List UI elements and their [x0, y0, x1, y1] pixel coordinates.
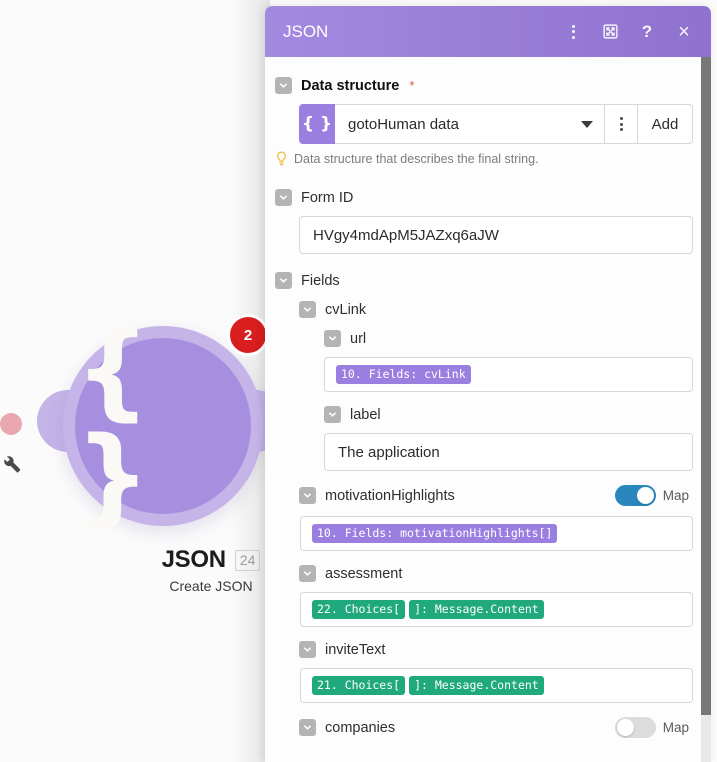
panel-scrollbar-track[interactable] [701, 57, 711, 762]
mapping-chip[interactable]: ]: Message.Content [409, 600, 544, 619]
add-data-structure-button[interactable]: Add [638, 104, 693, 144]
data-structure-collapse-toggle[interactable] [275, 77, 292, 94]
companies-label: companies [325, 719, 396, 736]
help-icon[interactable]: ? [634, 19, 660, 45]
label-field-label: label [350, 406, 381, 423]
chevron-down-icon [581, 120, 593, 128]
close-icon[interactable]: × [671, 19, 697, 45]
mapping-chip[interactable]: 10. Fields: motivationHighlights[] [312, 524, 558, 543]
form-id-input[interactable]: HVgy4mdApM5JAZxq6aJW [299, 216, 693, 254]
motivationhighlights-map-toggle-wrap: Map [614, 485, 693, 506]
module-title: JSON [161, 546, 226, 573]
module-circle[interactable]: { } [75, 317, 251, 529]
assessment-collapse-toggle[interactable] [299, 565, 316, 582]
motivationhighlights-collapse-toggle[interactable] [299, 487, 316, 504]
module-sequence-number: 24 [234, 549, 261, 571]
map-toggle-label: Map [662, 720, 689, 735]
data-structure-selected-value: gotoHuman data [348, 115, 459, 133]
url-label: url [350, 330, 367, 347]
url-collapse-toggle[interactable] [324, 330, 341, 347]
form-id-label: Form ID [301, 189, 354, 206]
url-value-input[interactable]: 10. Fields: cvLink [324, 357, 693, 392]
field-row-url: url [324, 330, 693, 347]
fields-collapse-toggle[interactable] [275, 272, 292, 289]
data-structure-label: Data structure [301, 77, 400, 94]
panel-header-actions: ? × [560, 19, 697, 45]
required-marker: * [409, 78, 415, 93]
mapping-chip[interactable]: 21. Choices[ [312, 676, 406, 695]
wrench-icon[interactable] [0, 452, 22, 474]
field-row-label: label [324, 406, 693, 423]
field-row-assessment: assessment [299, 565, 693, 582]
module-settings-panel: JSON ? × Data structure * {} gotoHuman … [265, 6, 711, 762]
panel-scrollbar-thumb[interactable] [701, 57, 711, 715]
data-structure-row: Data structure * [275, 77, 693, 94]
companies-map-toggle-wrap: Map [614, 717, 693, 738]
fields-label: Fields [301, 272, 340, 289]
more-options-icon[interactable] [560, 19, 586, 45]
cvlink-label: cvLink [325, 301, 367, 318]
lightbulb-icon [275, 151, 288, 171]
motivationhighlights-label: motivationHighlights [325, 487, 455, 504]
form-id-collapse-toggle[interactable] [275, 189, 292, 206]
motivationhighlights-map-switch[interactable] [614, 485, 656, 506]
fields-row: Fields [275, 272, 693, 289]
data-structure-select[interactable]: gotoHuman data [335, 104, 605, 144]
companies-map-switch[interactable] [614, 717, 656, 738]
mapping-chip[interactable]: 10. Fields: cvLink [336, 365, 471, 384]
form-id-row: Form ID [275, 189, 693, 206]
data-structure-options-button[interactable] [605, 104, 638, 144]
assessment-label: assessment [325, 565, 403, 582]
field-row-cvlink: cvLink [299, 301, 693, 318]
field-row-companies: companies Map [299, 717, 693, 738]
mapping-chip[interactable]: ]: Message.Content [409, 676, 544, 695]
json-braces-icon: { } [75, 308, 154, 537]
invitetext-value-input[interactable]: 21. Choices[ ]: Message.Content [300, 668, 693, 703]
data-structure-hint-text: Data structure that describes the final … [294, 152, 539, 166]
motivationhighlights-value-input[interactable]: 10. Fields: motivationHighlights[] [300, 516, 693, 551]
invitetext-label: inviteText [325, 641, 386, 658]
invitetext-collapse-toggle[interactable] [299, 641, 316, 658]
data-structure-hint: Data structure that describes the final … [275, 151, 693, 171]
json-module-node[interactable]: { } 2 JSON 24 Create JSON [37, 314, 287, 594]
help-icon-glyph: ? [641, 22, 653, 41]
module-error-badge[interactable]: 2 [227, 314, 269, 356]
expand-icon[interactable] [597, 19, 623, 45]
field-row-motivationhighlights: motivationHighlights Map [299, 485, 693, 506]
companies-collapse-toggle[interactable] [299, 719, 316, 736]
field-row-invitetext: inviteText [299, 641, 693, 658]
upstream-module-dot[interactable] [0, 413, 22, 435]
json-braces-icon: { } [299, 104, 335, 144]
label-collapse-toggle[interactable] [324, 406, 341, 423]
mapping-chip[interactable]: 22. Choices[ [312, 600, 406, 619]
label-value-input[interactable]: The application [324, 433, 693, 471]
close-icon-glyph: × [678, 20, 690, 43]
panel-header: JSON ? × [265, 6, 711, 57]
assessment-value-input[interactable]: 22. Choices[ ]: Message.Content [300, 592, 693, 627]
cvlink-collapse-toggle[interactable] [299, 301, 316, 318]
map-toggle-label: Map [662, 488, 689, 503]
panel-body: Data structure * { } gotoHuman data Add [265, 57, 711, 762]
panel-title: JSON [283, 21, 329, 41]
data-structure-select-row: { } gotoHuman data Add [299, 104, 693, 144]
